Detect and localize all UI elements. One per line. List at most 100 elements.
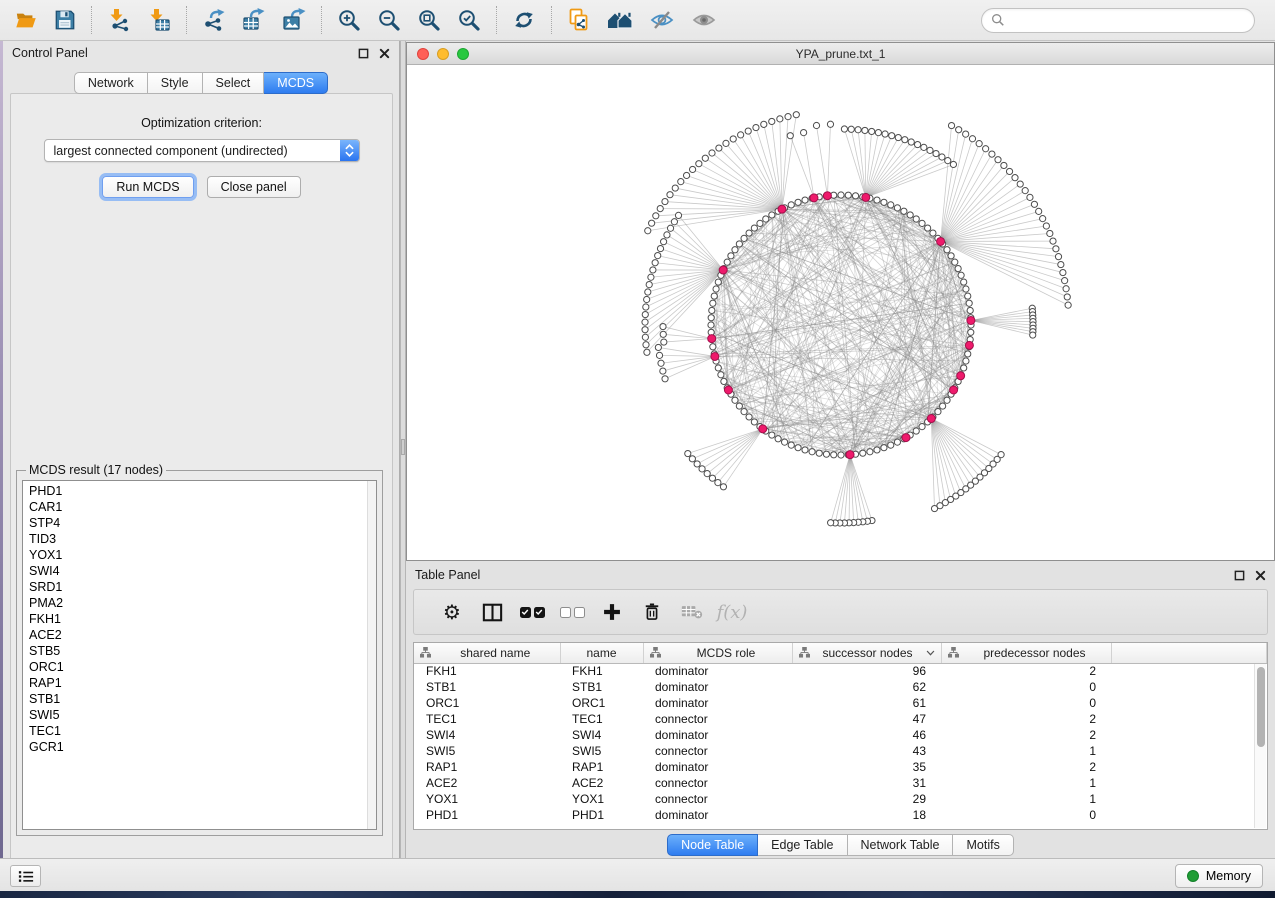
network-node[interactable] — [736, 403, 742, 409]
tab-network[interactable]: Network — [74, 72, 148, 94]
hide-selected-button[interactable] — [641, 6, 683, 34]
mcds-result-item[interactable]: STB5 — [29, 643, 376, 659]
column-header-shared-name[interactable]: shared name — [414, 643, 560, 663]
network-node[interactable] — [827, 121, 833, 127]
network-node[interactable] — [696, 161, 702, 167]
network-node[interactable] — [881, 445, 887, 451]
select-all-columns-button[interactable] — [512, 607, 552, 618]
column-header-name[interactable]: name — [560, 643, 643, 663]
network-node[interactable] — [648, 274, 654, 280]
network-node[interactable] — [1055, 254, 1061, 260]
apply-layout-button[interactable] — [504, 6, 544, 34]
network-node[interactable] — [657, 205, 663, 211]
network-node[interactable] — [660, 239, 666, 245]
network-node[interactable] — [902, 434, 910, 442]
network-node[interactable] — [913, 428, 919, 434]
network-node[interactable] — [643, 304, 649, 310]
network-node[interactable] — [757, 220, 763, 226]
table-row[interactable]: YOX1YOX1connector291 — [414, 791, 1267, 807]
network-node[interactable] — [709, 307, 715, 313]
network-node[interactable] — [781, 439, 787, 445]
network-node[interactable] — [759, 425, 767, 433]
table-row[interactable]: STB1STB1dominator620 — [414, 679, 1267, 695]
network-node[interactable] — [708, 322, 714, 328]
network-node[interactable] — [751, 419, 757, 425]
network-node[interactable] — [644, 296, 650, 302]
network-node[interactable] — [655, 344, 661, 350]
network-node[interactable] — [1001, 162, 1007, 168]
network-node[interactable] — [1064, 294, 1070, 300]
network-node[interactable] — [746, 414, 752, 420]
network-window-titlebar[interactable]: YPA_prune.txt_1 — [407, 43, 1274, 65]
network-node[interactable] — [713, 286, 719, 292]
network-node[interactable] — [831, 452, 837, 458]
network-node[interactable] — [664, 232, 670, 238]
tab-edge-table[interactable]: Edge Table — [758, 834, 847, 856]
network-canvas[interactable] — [407, 65, 1274, 560]
network-node[interactable] — [660, 323, 666, 329]
network-node[interactable] — [711, 352, 719, 360]
network-node[interactable] — [967, 307, 973, 313]
network-node[interactable] — [961, 365, 967, 371]
tab-node-table[interactable]: Node Table — [667, 834, 758, 856]
network-node[interactable] — [1017, 181, 1023, 187]
network-node[interactable] — [965, 351, 971, 357]
network-node[interactable] — [715, 365, 721, 371]
network-node[interactable] — [646, 282, 652, 288]
network-node[interactable] — [645, 289, 651, 295]
close-window-icon[interactable] — [417, 48, 429, 60]
optimization-criterion-select[interactable]: largest connected component (undirected) — [44, 139, 360, 162]
network-node[interactable] — [955, 265, 961, 271]
network-node[interactable] — [689, 456, 695, 462]
network-node[interactable] — [869, 128, 875, 134]
network-node[interactable] — [907, 212, 913, 218]
network-node[interactable] — [881, 199, 887, 205]
network-node[interactable] — [715, 279, 721, 285]
mcds-result-item[interactable]: SWI5 — [29, 707, 376, 723]
network-node[interactable] — [823, 192, 831, 200]
network-node[interactable] — [874, 447, 880, 453]
network-node[interactable] — [656, 352, 662, 358]
mcds-result-item[interactable]: STB1 — [29, 691, 376, 707]
network-node[interactable] — [715, 480, 721, 486]
network-node[interactable] — [945, 158, 951, 164]
network-node[interactable] — [828, 520, 834, 526]
network-node[interactable] — [1036, 208, 1042, 214]
column-settings-button[interactable]: ⚙ — [432, 602, 472, 622]
network-node[interactable] — [809, 449, 815, 455]
network-node[interactable] — [1043, 223, 1049, 229]
table-row[interactable]: FKH1FKH1dominator962 — [414, 663, 1267, 679]
network-node[interactable] — [967, 316, 975, 324]
network-node[interactable] — [862, 127, 868, 133]
network-node[interactable] — [1027, 194, 1033, 200]
new-network-from-selection-button[interactable] — [559, 6, 599, 34]
network-node[interactable] — [777, 116, 783, 122]
network-node[interactable] — [921, 144, 927, 150]
network-node[interactable] — [901, 208, 907, 214]
network-node[interactable] — [708, 315, 714, 321]
delete-table-button[interactable] — [672, 604, 712, 620]
add-column-button[interactable] — [592, 602, 632, 622]
column-header-predecessor-nodes[interactable]: predecessor nodes — [941, 643, 1111, 663]
tab-style[interactable]: Style — [148, 72, 203, 94]
export-table-button[interactable] — [234, 6, 274, 34]
network-node[interactable] — [724, 386, 732, 394]
network-node[interactable] — [1030, 332, 1036, 338]
network-node[interactable] — [671, 219, 677, 225]
network-node[interactable] — [661, 339, 667, 345]
network-node[interactable] — [1012, 175, 1018, 181]
float-table-panel-button[interactable] — [1234, 570, 1245, 581]
network-node[interactable] — [730, 136, 736, 142]
network-node[interactable] — [950, 161, 956, 167]
table-row[interactable]: ORC1ORC1dominator610 — [414, 695, 1267, 711]
network-node[interactable] — [694, 461, 700, 467]
export-network-button[interactable] — [194, 6, 234, 34]
network-node[interactable] — [845, 192, 851, 198]
network-node[interactable] — [769, 118, 775, 124]
mcds-result-item[interactable]: YOX1 — [29, 547, 376, 563]
network-node[interactable] — [940, 403, 946, 409]
network-node[interactable] — [788, 442, 794, 448]
run-mcds-button[interactable]: Run MCDS — [102, 176, 193, 198]
network-node[interactable] — [650, 267, 656, 273]
network-node[interactable] — [662, 198, 668, 204]
